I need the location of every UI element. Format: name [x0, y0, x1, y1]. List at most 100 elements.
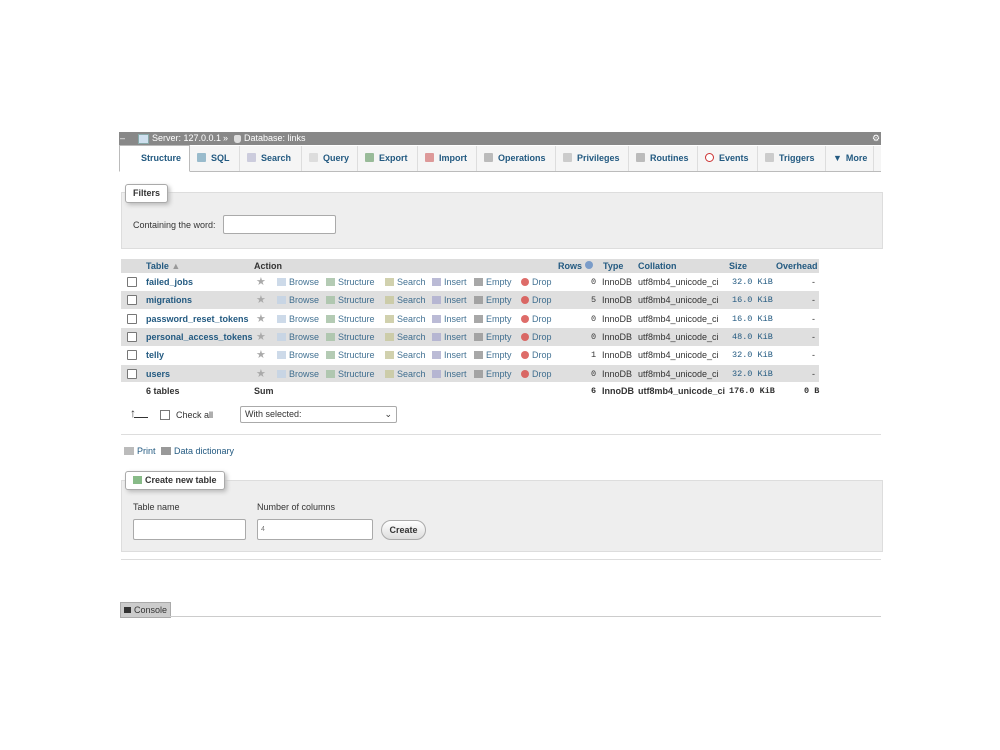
action-drop[interactable]: Drop — [521, 291, 552, 309]
table-name-link[interactable]: password_reset_tokens — [146, 310, 249, 328]
header-size[interactable]: Size — [729, 260, 747, 273]
action-structure[interactable]: Structure — [326, 365, 375, 383]
action-empty[interactable]: Empty — [474, 310, 512, 328]
favorite-star-icon[interactable]: ★ — [256, 310, 266, 328]
check-all-label[interactable]: Check all — [176, 410, 213, 420]
action-drop[interactable]: Drop — [521, 346, 552, 364]
favorite-star-icon[interactable]: ★ — [256, 346, 266, 364]
action-structure[interactable]: Structure — [326, 346, 375, 364]
action-structure[interactable]: Structure — [326, 273, 375, 291]
tab-search[interactable]: Search — [247, 146, 291, 171]
action-drop[interactable]: Drop — [521, 328, 552, 346]
table-row[interactable]: users ★ Browse Structure Search Insert Empty Dr… — [121, 364, 819, 383]
header-collation[interactable]: Collation — [638, 260, 677, 273]
tab-events[interactable]: Events — [705, 146, 749, 171]
row-size[interactable]: 16.0 KiB — [732, 310, 773, 328]
row-checkbox[interactable] — [127, 350, 137, 361]
breadcrumb-server[interactable]: Server: 127.0.0.1 — [138, 132, 221, 145]
action-browse[interactable]: Browse — [277, 273, 319, 291]
action-empty[interactable]: Empty — [474, 346, 512, 364]
filter-input[interactable] — [223, 215, 336, 234]
action-browse[interactable]: Browse — [277, 346, 319, 364]
header-type[interactable]: Type — [603, 260, 623, 273]
action-drop[interactable]: Drop — [521, 273, 552, 291]
collapse-icon[interactable]: – — [120, 132, 125, 145]
table-row[interactable]: failed_jobs ★ Browse Structure Search Insert E… — [121, 273, 819, 291]
row-checkbox[interactable] — [127, 295, 137, 306]
print-link[interactable]: Print — [124, 446, 156, 456]
action-search[interactable]: Search — [385, 328, 426, 346]
action-empty[interactable]: Empty — [474, 328, 512, 346]
columns-input[interactable] — [257, 519, 373, 540]
data-dictionary-link[interactable]: Data dictionary — [161, 446, 234, 456]
tab-more[interactable]: ▼ More — [833, 146, 867, 171]
create-button[interactable]: Create — [381, 520, 426, 540]
row-size[interactable]: 48.0 KiB — [732, 328, 773, 346]
gear-icon[interactable]: ⚙ — [872, 132, 880, 145]
tab-divider — [757, 146, 758, 171]
action-structure[interactable]: Structure — [326, 291, 375, 309]
row-size[interactable]: 32.0 KiB — [732, 365, 773, 383]
tab-import[interactable]: Import — [425, 146, 467, 171]
row-checkbox[interactable] — [127, 368, 137, 379]
table-row[interactable]: telly ★ Browse Structure Search Insert Empty Dr… — [121, 346, 819, 365]
action-structure[interactable]: Structure — [326, 328, 375, 346]
action-insert[interactable]: Insert — [432, 346, 467, 364]
action-search[interactable]: Search — [385, 310, 426, 328]
header-rows[interactable]: Rows — [558, 260, 593, 273]
row-checkbox[interactable] — [127, 331, 137, 342]
action-browse[interactable]: Browse — [277, 310, 319, 328]
tab-export[interactable]: Export — [365, 146, 408, 171]
action-drop[interactable]: Drop — [521, 365, 552, 383]
header-overhead[interactable]: Overhead — [776, 260, 818, 273]
table-row[interactable]: password_reset_tokens ★ Browse Structure Sea… — [121, 309, 819, 328]
action-search[interactable]: Search — [385, 273, 426, 291]
table-row[interactable]: migrations ★ Browse Structure Search Insert Em… — [121, 291, 819, 310]
action-search[interactable]: Search — [385, 365, 426, 383]
tab-privileges[interactable]: Privileges — [563, 146, 620, 171]
row-size[interactable]: 16.0 KiB — [732, 291, 773, 309]
tab-query[interactable]: Query — [309, 146, 349, 171]
table-name-link[interactable]: users — [146, 365, 170, 383]
action-browse[interactable]: Browse — [277, 328, 319, 346]
action-empty[interactable]: Empty — [474, 273, 512, 291]
favorite-star-icon[interactable]: ★ — [256, 328, 266, 346]
action-insert[interactable]: Insert — [432, 273, 467, 291]
table-name-input[interactable] — [133, 519, 246, 540]
action-structure[interactable]: Structure — [326, 310, 375, 328]
action-browse[interactable]: Browse — [277, 291, 319, 309]
breadcrumb-database[interactable]: Database: links — [234, 132, 306, 145]
action-search[interactable]: Search — [385, 346, 426, 364]
header-table[interactable]: Table ▲ — [146, 260, 180, 273]
table-name-link[interactable]: migrations — [146, 291, 192, 309]
action-empty[interactable]: Empty — [474, 365, 512, 383]
tab-triggers[interactable]: Triggers — [765, 146, 815, 171]
row-checkbox[interactable] — [127, 313, 137, 324]
tab-sql[interactable]: SQL — [197, 146, 230, 171]
row-overhead: - — [812, 277, 815, 287]
action-browse[interactable]: Browse — [277, 365, 319, 383]
table-name-link[interactable]: telly — [146, 346, 164, 364]
tab-routines[interactable]: Routines — [636, 146, 689, 171]
row-checkbox[interactable] — [127, 277, 137, 287]
action-insert[interactable]: Insert — [432, 365, 467, 383]
row-size[interactable]: 32.0 KiB — [732, 273, 773, 291]
help-icon[interactable] — [584, 261, 593, 269]
favorite-star-icon[interactable]: ★ — [256, 365, 266, 383]
action-search[interactable]: Search — [385, 291, 426, 309]
check-all-checkbox[interactable] — [160, 410, 170, 420]
row-size[interactable]: 32.0 KiB — [732, 346, 773, 364]
table-name-link[interactable]: personal_access_tokens — [146, 328, 253, 346]
action-insert[interactable]: Insert — [432, 328, 467, 346]
favorite-star-icon[interactable]: ★ — [256, 291, 266, 309]
action-insert[interactable]: Insert — [432, 291, 467, 309]
with-selected-select[interactable]: With selected: ⌄ — [240, 406, 397, 423]
action-insert[interactable]: Insert — [432, 310, 467, 328]
tab-structure[interactable]: Structure — [119, 145, 190, 172]
favorite-star-icon[interactable]: ★ — [256, 273, 266, 291]
action-empty[interactable]: Empty — [474, 291, 512, 309]
table-row[interactable]: personal_access_tokens ★ Browse Structure Se… — [121, 327, 819, 346]
tab-operations[interactable]: Operations — [484, 146, 546, 171]
action-drop[interactable]: Drop — [521, 310, 552, 328]
table-name-link[interactable]: failed_jobs — [146, 273, 193, 291]
